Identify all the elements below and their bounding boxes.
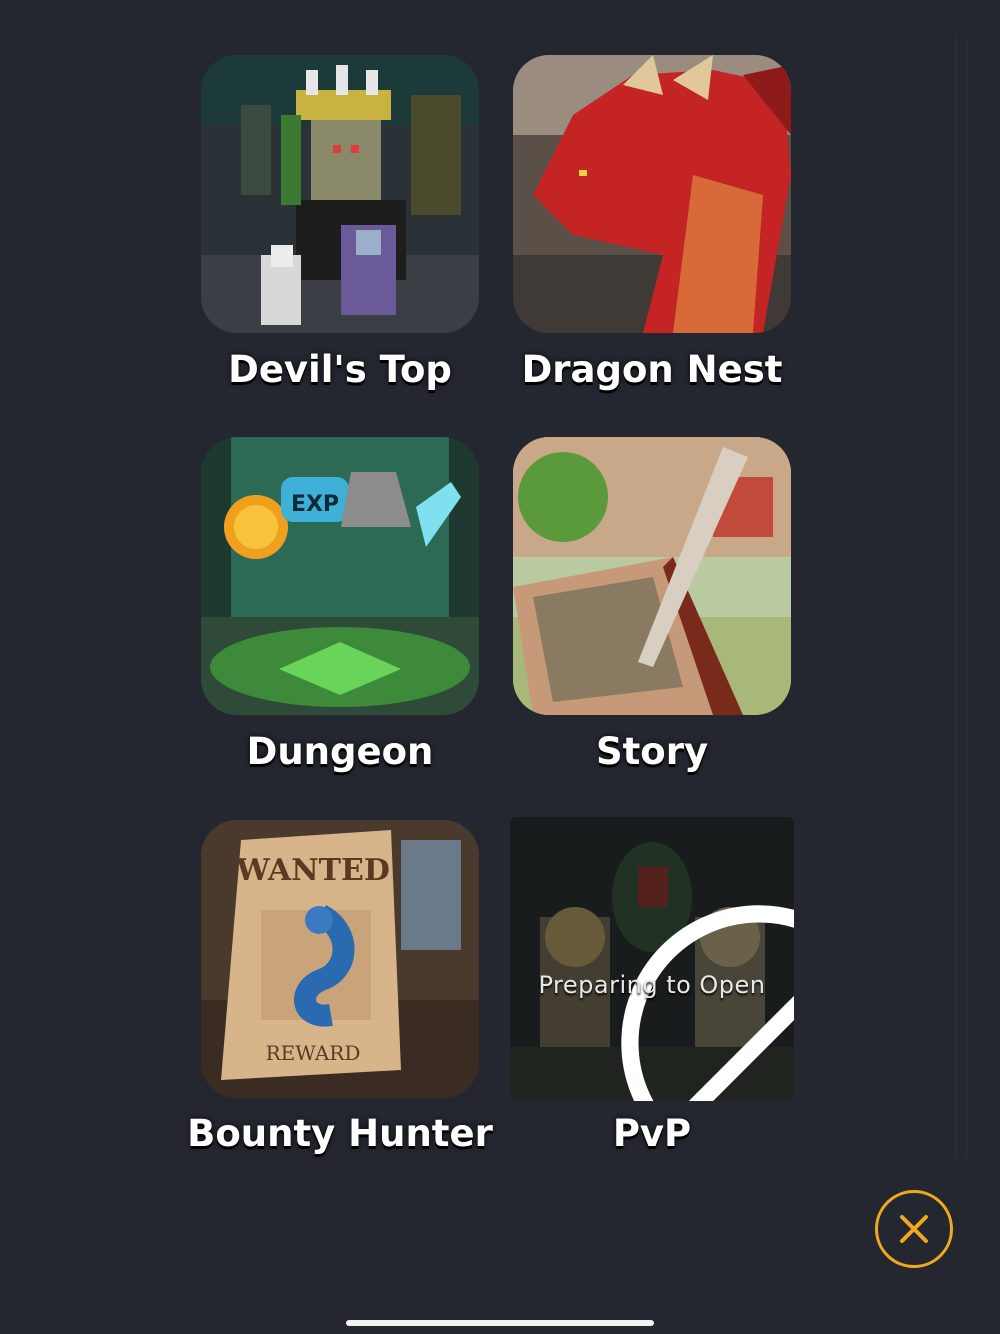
- svg-text:WANTED: WANTED: [235, 853, 390, 888]
- story-tile[interactable]: [513, 437, 791, 715]
- prohibited-icon: [621, 905, 794, 1101]
- bounty-hunter-tile[interactable]: WANTED REWARD: [201, 820, 479, 1098]
- svg-text:REWARD: REWARD: [266, 1041, 361, 1065]
- content-menu-screen: Devil's Top Dragon Nest EXP Dungeon Stor…: [0, 0, 1000, 1334]
- dungeon-artwork-icon: EXP: [201, 437, 479, 715]
- dragon-nest-tile[interactable]: [513, 55, 791, 333]
- dungeon-label: Dungeon: [246, 730, 434, 773]
- bounty-hunter-label: Bounty Hunter: [187, 1112, 493, 1155]
- devils-top-tile[interactable]: [201, 55, 479, 333]
- close-button[interactable]: [875, 1190, 953, 1268]
- home-indicator[interactable]: [346, 1320, 654, 1326]
- dragon-nest-label: Dragon Nest: [521, 348, 783, 391]
- story-label: Story: [595, 730, 709, 773]
- dragon-artwork-icon: [513, 55, 791, 333]
- dungeon-tile[interactable]: EXP: [201, 437, 479, 715]
- scrollbar-track[interactable]: [955, 36, 967, 1160]
- pvp-label: PvP: [612, 1112, 692, 1155]
- close-icon: [900, 1215, 928, 1243]
- svg-text:EXP: EXP: [291, 492, 339, 517]
- preparing-status-text: Preparing to Open: [538, 971, 766, 999]
- devils-top-artwork-icon: [201, 55, 479, 333]
- story-book-artwork-icon: [513, 437, 791, 715]
- devils-top-label: Devil's Top: [228, 348, 452, 391]
- wanted-poster-artwork-icon: WANTED REWARD: [201, 820, 479, 1098]
- pvp-tile[interactable]: Preparing to Open: [510, 817, 794, 1101]
